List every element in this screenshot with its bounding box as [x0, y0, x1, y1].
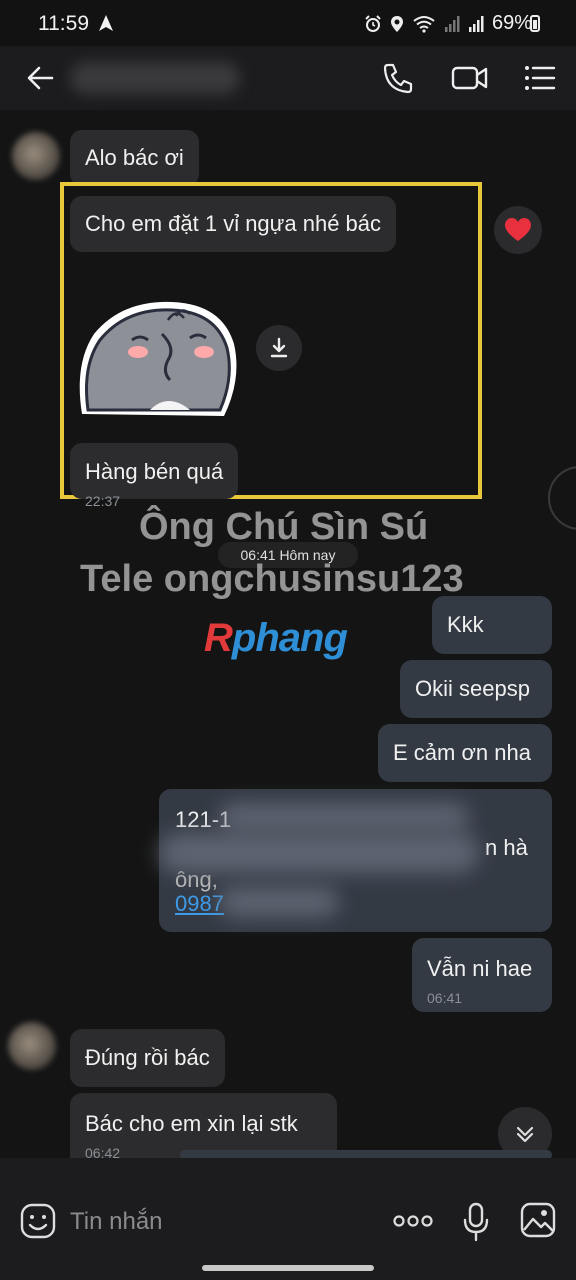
message-outgoing-redacted[interactable]: 121-1 n hà ông, 0987 — [159, 789, 552, 932]
redaction-blur — [159, 833, 479, 873]
chat-header — [0, 46, 576, 110]
message-incoming[interactable]: Hàng bén quá — [70, 443, 239, 499]
message-outgoing[interactable]: Vẫn ni hae 06:41 — [412, 938, 552, 1012]
phone-link[interactable]: 0987 — [175, 891, 224, 917]
message-outgoing[interactable]: E cảm ơn nha — [378, 724, 552, 782]
message-incoming[interactable]: Alo bác ơi — [70, 130, 199, 186]
chevron-double-down-icon — [516, 1126, 534, 1143]
download-button[interactable] — [256, 325, 302, 371]
back-arrow-icon[interactable] — [22, 60, 58, 96]
menu-icon[interactable] — [522, 60, 558, 96]
battery-icon — [530, 15, 540, 32]
location-arrow-icon — [99, 15, 113, 31]
redaction-blur — [219, 887, 339, 917]
emoji-icon[interactable] — [20, 1203, 56, 1239]
battery-percent: 69% — [491, 12, 532, 34]
watermark-line1: Ông Chú Sìn Sú — [139, 506, 429, 548]
signal-icon — [444, 15, 460, 32]
watermark-logo: Rphang — [204, 616, 348, 660]
avatar[interactable] — [12, 132, 60, 180]
scroll-indicator — [548, 466, 576, 530]
message-outgoing-partial — [180, 1150, 552, 1158]
phone-icon[interactable] — [380, 60, 416, 96]
watermark-line2: Tele ongchusinsu123 — [80, 558, 464, 600]
contact-name-blurred[interactable] — [70, 62, 240, 94]
wifi-icon — [413, 15, 435, 33]
message-list[interactable]: Alo bác ơi Cho em đặt 1 vỉ ngựa nhé bác … — [0, 110, 576, 1158]
microphone-icon[interactable] — [462, 1202, 490, 1242]
heart-reaction-icon[interactable] — [494, 206, 542, 254]
message-timestamp: 06:42 — [85, 1145, 121, 1158]
status-time: 11:59 — [38, 12, 89, 35]
download-icon — [270, 337, 288, 358]
sticker-image[interactable] — [72, 294, 244, 424]
signal-icon-2 — [468, 15, 484, 32]
location-pin-icon — [390, 15, 403, 32]
message-timestamp: 22:37 — [85, 493, 121, 509]
status-bar: 11:59 69% — [0, 0, 576, 46]
more-options-icon[interactable] — [392, 1214, 434, 1228]
message-timestamp: 06:41 — [427, 990, 463, 1006]
message-outgoing[interactable]: Okii seepsp — [400, 660, 552, 718]
message-incoming[interactable]: Cho em đặt 1 vỉ ngựa nhé bác — [70, 196, 397, 252]
avatar[interactable] — [8, 1022, 56, 1070]
alarm-icon — [365, 14, 381, 32]
video-call-icon[interactable] — [450, 60, 490, 96]
message-input-bar: Tin nhắn — [0, 1158, 576, 1280]
message-input[interactable]: Tin nhắn — [70, 1208, 163, 1236]
image-gallery-icon[interactable] — [520, 1202, 556, 1238]
status-icons: 69% — [364, 12, 532, 35]
redaction-blur — [219, 803, 469, 831]
message-outgoing[interactable]: Kkk — [432, 596, 552, 654]
home-indicator — [202, 1265, 374, 1271]
message-incoming[interactable]: Đúng rồi bác — [70, 1029, 225, 1087]
message-incoming[interactable]: Bác cho em xin lại stk 06:42 — [70, 1093, 337, 1158]
